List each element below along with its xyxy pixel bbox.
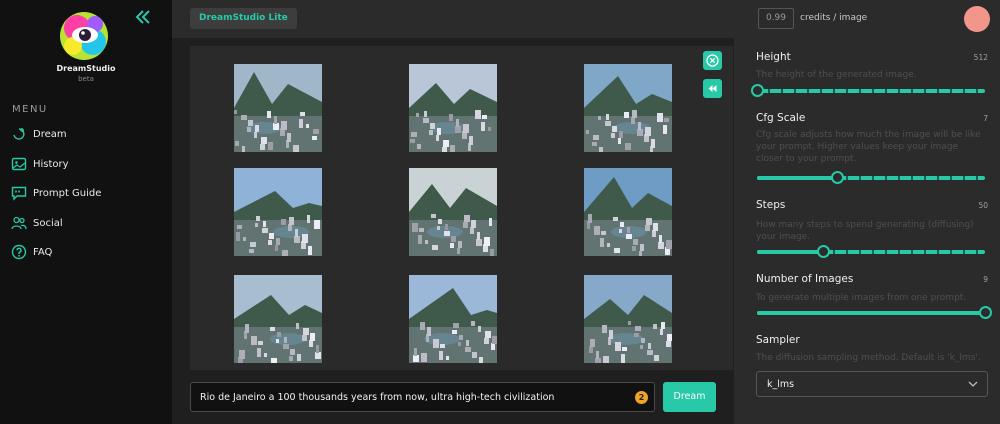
steps-title: Steps xyxy=(756,199,786,211)
prompt-guide-icon xyxy=(11,186,27,201)
cfg-title: Cfg Scale xyxy=(756,112,806,124)
steps-slider-knob[interactable] xyxy=(817,245,831,258)
generated-image-thumbnail[interactable] xyxy=(409,275,497,363)
nav-label: Dream xyxy=(33,128,67,140)
generated-image-thumbnail[interactable] xyxy=(584,168,672,256)
city-landscape-image xyxy=(234,168,322,256)
clear-images-button[interactable] xyxy=(703,51,722,70)
dreamstudio-logo[interactable] xyxy=(58,10,110,62)
nav-item-dream[interactable]: Dream xyxy=(11,123,67,145)
cfg-slider-knob[interactable] xyxy=(830,171,844,184)
menu-label: MENU xyxy=(12,104,48,115)
faq-icon xyxy=(11,244,27,260)
images-title: Number of Images xyxy=(756,273,854,285)
prompt-input[interactable]: Rio de Janeiro a 100 thousands years fro… xyxy=(190,382,655,412)
city-landscape-image xyxy=(584,64,672,152)
credits-label: credits / image xyxy=(800,13,868,23)
nav-label: Prompt Guide xyxy=(33,187,102,199)
generated-image-thumbnail[interactable] xyxy=(409,64,497,152)
sampler-title: Sampler xyxy=(756,334,800,346)
city-landscape-image xyxy=(409,168,497,256)
nav-item-prompt-guide[interactable]: Prompt Guide xyxy=(11,182,101,204)
skip-back-button[interactable] xyxy=(703,79,722,98)
app-window: DreamStudio beta MENU Dream History Prom… xyxy=(0,0,1000,424)
city-landscape-image xyxy=(584,275,672,363)
main-area: Rio de Janeiro a 100 thousands years fro… xyxy=(172,38,734,424)
generated-image-thumbnail[interactable] xyxy=(234,64,322,152)
prompt-text: Rio de Janeiro a 100 thousands years fro… xyxy=(200,392,555,403)
dream-icon xyxy=(13,128,25,140)
city-landscape-image xyxy=(409,64,497,152)
sampler-select[interactable]: k_lms xyxy=(756,371,988,397)
height-title: Height xyxy=(756,51,791,63)
nav-item-faq[interactable]: FAQ xyxy=(11,241,52,263)
height-slider[interactable] xyxy=(751,84,985,97)
nav-item-social[interactable]: Social xyxy=(11,212,63,234)
dream-button[interactable]: Dream xyxy=(663,382,716,412)
sidebar: DreamStudio beta MENU Dream History Prom… xyxy=(0,0,172,424)
height-desc: The height of the generated image. xyxy=(756,70,917,80)
steps-slider[interactable] xyxy=(757,245,985,258)
prompt-count-badge: 2 xyxy=(635,391,648,404)
image-grid xyxy=(190,46,733,370)
avatar[interactable] xyxy=(964,6,990,32)
images-value: 9 xyxy=(983,275,988,284)
nav-label: FAQ xyxy=(33,246,53,258)
nav-label: Social xyxy=(33,217,63,229)
chevron-down-icon xyxy=(968,381,978,387)
top-bar: DreamStudio Lite 0.99 credits / image xyxy=(172,0,1000,38)
sampler-desc: The diffusion sampling method. Default i… xyxy=(756,353,981,363)
images-slider[interactable] xyxy=(757,306,992,319)
credits-input[interactable]: 0.99 xyxy=(758,8,794,29)
city-landscape-image xyxy=(234,275,322,363)
rewind-icon xyxy=(708,85,717,92)
generated-image-thumbnail[interactable] xyxy=(584,275,672,363)
images-slider-knob[interactable] xyxy=(979,306,992,319)
city-landscape-image xyxy=(409,275,497,363)
city-landscape-image xyxy=(584,168,672,256)
nav-item-history[interactable]: History xyxy=(11,153,69,175)
height-value: 512 xyxy=(973,53,988,62)
cfg-slider[interactable] xyxy=(757,171,985,184)
settings-panel: Height 512 The height of the generated i… xyxy=(734,38,1000,424)
steps-desc: How many steps to spend generating (diff… xyxy=(756,220,974,242)
generated-image-thumbnail[interactable] xyxy=(234,275,322,363)
generated-image-thumbnail[interactable] xyxy=(584,64,672,152)
images-desc: To generate multiple images from one pro… xyxy=(756,293,967,303)
close-circle-icon xyxy=(706,54,719,67)
generated-image-thumbnail[interactable] xyxy=(409,168,497,256)
height-slider-knob[interactable] xyxy=(751,84,764,97)
sampler-selected-value: k_lms xyxy=(767,379,795,390)
cfg-value: 7 xyxy=(983,114,988,123)
history-icon xyxy=(11,157,27,171)
social-icon xyxy=(11,216,27,230)
city-landscape-image xyxy=(234,64,322,152)
studio-lite-badge[interactable]: DreamStudio Lite xyxy=(190,8,297,29)
beta-label: beta xyxy=(78,75,94,83)
cfg-desc: Cfg scale adjusts how much the image wil… xyxy=(756,130,981,164)
nav-label: History xyxy=(33,158,69,170)
steps-value: 50 xyxy=(978,201,988,210)
brand-name: DreamStudio xyxy=(56,64,116,73)
collapse-sidebar-icon[interactable] xyxy=(135,9,151,25)
generated-image-thumbnail[interactable] xyxy=(234,168,322,256)
